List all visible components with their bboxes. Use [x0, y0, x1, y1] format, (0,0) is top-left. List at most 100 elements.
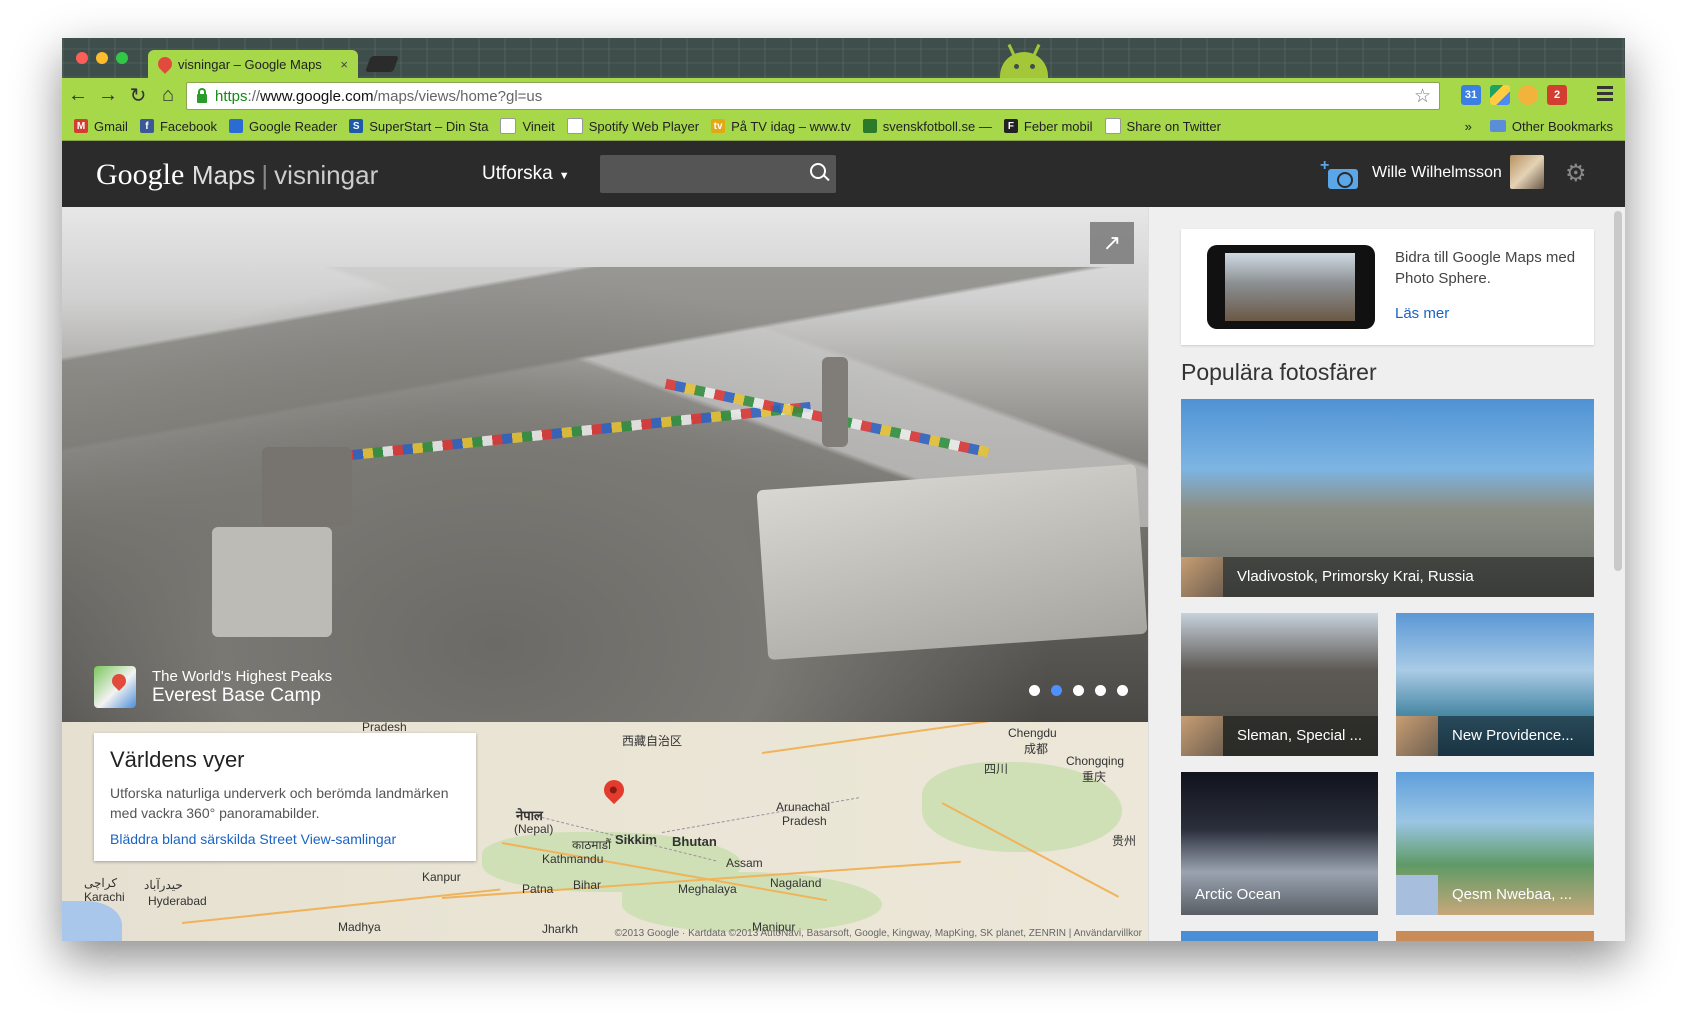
- bookmark-gmail[interactable]: M Gmail: [74, 119, 128, 134]
- search-input[interactable]: [600, 155, 836, 193]
- search-icon[interactable]: [810, 163, 826, 179]
- popular-photo-spheres-title: Populära fotosfärer: [1181, 359, 1377, 385]
- bookmark-tv[interactable]: tv På TV idag – www.tv: [711, 119, 851, 134]
- bookmark-label: På TV idag – www.tv: [731, 118, 851, 134]
- photo-sphere-card[interactable]: Qesm Nwebaa, ...: [1396, 772, 1594, 915]
- map-attribution[interactable]: ©2013 Google · Kartdata ©2013 AutoNavi, …: [615, 928, 1142, 939]
- photo-sphere-card[interactable]: Vladivostok, Primorsky Krai, Russia: [1181, 399, 1594, 597]
- map-label: Bihar: [573, 878, 602, 892]
- page-icon: [566, 118, 583, 134]
- map-label: 重庆: [1082, 770, 1107, 784]
- map-label: Patna: [522, 882, 554, 896]
- avatar[interactable]: [1510, 155, 1544, 189]
- lock-icon: [197, 87, 207, 103]
- gmail-extension-icon[interactable]: 2: [1547, 85, 1567, 105]
- maps-favicon-icon: [155, 54, 175, 74]
- bookmark-feber[interactable]: F Feber mobil: [1003, 118, 1093, 134]
- zoom-window-button[interactable]: [116, 52, 128, 64]
- author-avatar: [1181, 557, 1223, 597]
- google-maps-logo[interactable]: Google Maps | visningar: [96, 158, 378, 192]
- panorama-viewer[interactable]: ↗ The World's Highest Peaks Everest Base…: [62, 207, 1148, 722]
- photo-sphere-card[interactable]: [1396, 931, 1594, 941]
- rock: [212, 527, 332, 637]
- map-label: Chongqing: [1066, 754, 1125, 768]
- world-views-info-box: Världens vyer Utforska naturliga underve…: [94, 733, 476, 861]
- info-text: Utforska naturliga underverk och berömda…: [110, 785, 449, 821]
- carousel-dot-4[interactable]: [1095, 685, 1106, 696]
- forward-icon[interactable]: →: [94, 81, 122, 109]
- folder-icon: [1489, 120, 1506, 132]
- superstart-icon: S: [349, 119, 364, 133]
- map-label: Hyderabad: [148, 894, 207, 908]
- bookmark-label: Feber mobil: [1023, 118, 1093, 134]
- carousel-dot-2[interactable]: [1051, 685, 1062, 696]
- bookmarks-overflow-button[interactable]: »: [1465, 119, 1472, 134]
- map-label: Meghalaya: [678, 882, 737, 896]
- carousel-dot-5[interactable]: [1117, 685, 1128, 696]
- minimize-window-button[interactable]: [96, 52, 108, 64]
- bookmark-twitter-share[interactable]: Share on Twitter: [1104, 118, 1221, 134]
- facebook-icon: f: [139, 119, 154, 133]
- map-label: 贵州: [1112, 834, 1137, 848]
- reload-icon[interactable]: ↻: [124, 81, 152, 109]
- url-path: /maps/views/home?gl=us: [373, 87, 543, 105]
- map-label: Arunachal: [776, 800, 831, 814]
- android-theme-icon: [992, 43, 1056, 78]
- tv-icon: tv: [711, 119, 726, 133]
- photo-sphere-card[interactable]: [1181, 931, 1378, 941]
- address-bar[interactable]: https://www.google.com/maps/views/home?g…: [186, 82, 1440, 110]
- bookmark-spotify[interactable]: Spotify Web Player: [566, 118, 700, 134]
- other-bookmarks[interactable]: Other Bookmarks: [1512, 119, 1613, 134]
- gear-icon[interactable]: ⚙: [1565, 159, 1587, 188]
- drive-extension-icon[interactable]: [1490, 85, 1510, 105]
- maps-pin-logo-icon: [94, 666, 136, 708]
- explore-dropdown[interactable]: Utforska ▼: [482, 163, 570, 185]
- calendar-extension-icon[interactable]: 31: [1461, 85, 1481, 105]
- map-label: کراچی: [84, 876, 118, 890]
- sidebar-scrollbar[interactable]: [1614, 211, 1622, 571]
- carousel-dot-1[interactable]: [1029, 685, 1040, 696]
- photo-sphere-card[interactable]: Arctic Ocean: [1181, 772, 1378, 915]
- tab-close-icon[interactable]: ×: [340, 57, 348, 72]
- photo-sphere-card[interactable]: Sleman, Special ...: [1181, 613, 1378, 756]
- add-photo-camera-icon[interactable]: +: [1320, 157, 1360, 189]
- photo-sphere-card[interactable]: New Providence...: [1396, 613, 1594, 756]
- cookie-extension-icon[interactable]: [1518, 85, 1538, 105]
- card-title: Qesm Nwebaa, ...: [1452, 886, 1573, 903]
- read-more-link[interactable]: Läs mer: [1395, 305, 1449, 322]
- bookmark-label: Google Reader: [249, 118, 338, 134]
- browser-window: visningar – Google Maps × ← → ↻ ⌂ https:…: [62, 38, 1625, 941]
- card-title: New Providence...: [1438, 716, 1594, 756]
- carousel-dot-3[interactable]: [1073, 685, 1084, 696]
- map-road: [761, 722, 1040, 754]
- browser-tab[interactable]: visningar – Google Maps ×: [148, 50, 358, 78]
- expand-icon[interactable]: ↗: [1090, 222, 1134, 264]
- close-window-button[interactable]: [76, 52, 88, 64]
- bookmark-star-icon[interactable]: ☆: [1414, 85, 1431, 108]
- page-icon: [500, 118, 517, 134]
- bookmark-google-reader[interactable]: Google Reader: [229, 119, 337, 134]
- new-tab-button[interactable]: [365, 56, 399, 72]
- map-label: Madhya: [338, 920, 381, 934]
- everest-rock: [756, 463, 1148, 661]
- bookmark-label: Spotify Web Player: [588, 118, 700, 134]
- map-view[interactable]: 西藏自治区 Chengdu 成都 四川 Chongqing 重庆 贵州 Prad…: [62, 722, 1148, 941]
- card-title: Sleman, Special ...: [1223, 716, 1378, 756]
- location-pin-icon[interactable]: [599, 775, 629, 805]
- cairn: [822, 357, 848, 447]
- bookmark-label: Share on Twitter: [1126, 118, 1221, 134]
- map-label: Kanpur: [422, 870, 461, 884]
- user-name[interactable]: Wille Wilhelmsson: [1372, 164, 1502, 182]
- bookmark-label: Facebook: [159, 118, 218, 134]
- explore-label: Utforska: [482, 163, 553, 184]
- bookmark-superstart[interactable]: S SuperStart – Din Sta: [349, 119, 488, 134]
- home-icon[interactable]: ⌂: [154, 81, 182, 109]
- browse-collections-link[interactable]: Bläddra bland särskilda Street View-saml…: [110, 831, 396, 847]
- bookmark-svenskfotboll[interactable]: svenskfotboll.se —: [862, 119, 992, 134]
- bookmark-facebook[interactable]: f Facebook: [139, 118, 218, 134]
- bookmark-vineit[interactable]: Vineit: [500, 118, 555, 134]
- menu-icon[interactable]: [1597, 86, 1613, 102]
- map-label: Kathmandu: [542, 852, 604, 866]
- back-icon[interactable]: ←: [64, 81, 92, 109]
- rss-icon: [229, 119, 244, 133]
